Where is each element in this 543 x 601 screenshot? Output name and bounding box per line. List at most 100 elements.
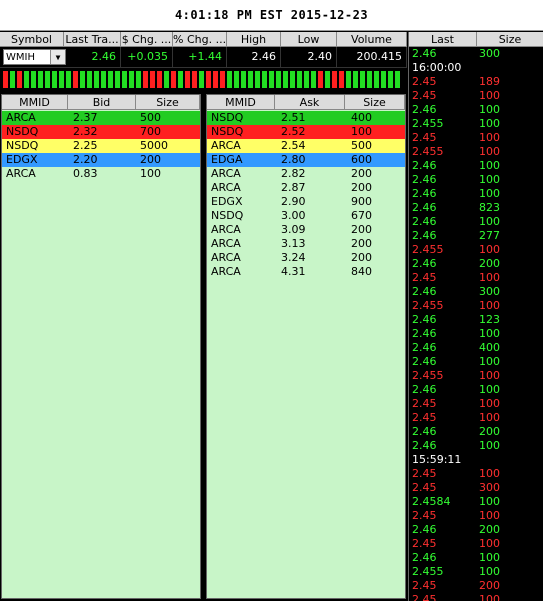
ts-row[interactable]: 2.46 100 bbox=[409, 173, 543, 187]
ts-row[interactable]: 2.46 100 bbox=[409, 187, 543, 201]
header-dollar-change[interactable]: $ Chg. ... bbox=[121, 32, 173, 47]
bid-row[interactable]: ARCA 0.83 100 bbox=[2, 167, 200, 181]
ask-header-price[interactable]: Ask bbox=[275, 95, 345, 110]
tick-bar bbox=[345, 70, 352, 89]
header-low[interactable]: Low bbox=[281, 32, 337, 47]
ts-last: 2.45 bbox=[412, 593, 437, 601]
ask-row[interactable]: NSDQ 2.52 100 bbox=[207, 125, 405, 139]
header-high[interactable]: High bbox=[227, 32, 281, 47]
header-symbol[interactable]: Symbol bbox=[0, 32, 64, 47]
ts-row[interactable]: 2.46 200 bbox=[409, 523, 543, 537]
ask-row[interactable]: ARCA 2.54 500 bbox=[207, 139, 405, 153]
ask-row[interactable]: EDGX 2.90 900 bbox=[207, 195, 405, 209]
bid-header-size[interactable]: Size bbox=[136, 95, 200, 110]
ask-header-mmid[interactable]: MMID bbox=[207, 95, 275, 110]
ask-size: 400 bbox=[351, 111, 372, 124]
ts-row[interactable]: 16:00:00 bbox=[409, 61, 543, 75]
ts-row[interactable]: 2.45 300 bbox=[409, 481, 543, 495]
ask-row[interactable]: ARCA 3.24 200 bbox=[207, 251, 405, 265]
header-volume[interactable]: Volume bbox=[337, 32, 407, 47]
ts-last: 2.45 bbox=[412, 89, 437, 102]
ts-row[interactable]: 2.46 823 bbox=[409, 201, 543, 215]
ts-row[interactable]: 2.45 100 bbox=[409, 537, 543, 551]
tick-bar bbox=[380, 70, 387, 89]
tick-bar bbox=[58, 70, 65, 89]
ts-row[interactable]: 2.45 189 bbox=[409, 75, 543, 89]
ts-row[interactable]: 2.46 300 bbox=[409, 47, 543, 61]
tick-bar bbox=[303, 70, 310, 89]
ts-row[interactable]: 2.455 100 bbox=[409, 145, 543, 159]
bid-size: 100 bbox=[140, 167, 161, 180]
ts-header-last[interactable]: Last bbox=[409, 32, 477, 47]
ts-row[interactable]: 2.45 200 bbox=[409, 579, 543, 593]
ts-row[interactable]: 2.46 100 bbox=[409, 103, 543, 117]
header-percent-change[interactable]: % Chg. ... bbox=[173, 32, 227, 47]
tick-bar bbox=[289, 70, 296, 89]
ts-row[interactable]: 2.45 100 bbox=[409, 467, 543, 481]
ask-row[interactable]: ARCA 3.13 200 bbox=[207, 237, 405, 251]
ts-row[interactable]: 2.45 100 bbox=[409, 509, 543, 523]
ts-size: 300 bbox=[479, 481, 500, 494]
ts-row[interactable]: 2.455 100 bbox=[409, 369, 543, 383]
bid-header-mmid[interactable]: MMID bbox=[2, 95, 68, 110]
tick-bar bbox=[212, 70, 219, 89]
bid-header-price[interactable]: Bid bbox=[68, 95, 136, 110]
ask-row[interactable]: NSDQ 2.51 400 bbox=[207, 111, 405, 125]
last-trade-value: 2.46 bbox=[64, 47, 121, 67]
ts-size: 100 bbox=[479, 467, 500, 480]
bid-row[interactable]: NSDQ 2.25 5000 bbox=[2, 139, 200, 153]
ts-last: 2.45 bbox=[412, 537, 437, 550]
ts-row[interactable]: 2.45 100 bbox=[409, 89, 543, 103]
ts-size: 100 bbox=[479, 509, 500, 522]
ask-row[interactable]: ARCA 2.82 200 bbox=[207, 167, 405, 181]
ts-row[interactable]: 2.455 100 bbox=[409, 299, 543, 313]
ask-mmid: ARCA bbox=[211, 251, 241, 264]
ask-row[interactable]: NSDQ 3.00 670 bbox=[207, 209, 405, 223]
ts-row[interactable]: 15:59:11 bbox=[409, 453, 543, 467]
ask-size: 200 bbox=[351, 223, 372, 236]
tick-bar bbox=[23, 70, 30, 89]
ts-row[interactable]: 2.46 200 bbox=[409, 425, 543, 439]
ts-row[interactable]: 2.45 100 bbox=[409, 271, 543, 285]
ts-size: 277 bbox=[479, 229, 500, 242]
header-last-trade[interactable]: Last Tra... bbox=[64, 32, 121, 47]
ts-header-size[interactable]: Size bbox=[477, 32, 543, 47]
bid-row[interactable]: EDGX 2.20 200 bbox=[2, 153, 200, 167]
ts-row[interactable]: 2.45 100 bbox=[409, 411, 543, 425]
ts-row[interactable]: 2.46 400 bbox=[409, 341, 543, 355]
chevron-down-icon[interactable]: ▼ bbox=[50, 50, 65, 64]
ts-row[interactable]: 2.46 100 bbox=[409, 159, 543, 173]
bid-row[interactable]: NSDQ 2.32 700 bbox=[2, 125, 200, 139]
ts-row[interactable]: 2.46 123 bbox=[409, 313, 543, 327]
ts-row[interactable]: 2.46 200 bbox=[409, 257, 543, 271]
ts-row[interactable]: 2.45 100 bbox=[409, 131, 543, 145]
ts-size: 100 bbox=[479, 383, 500, 396]
ts-last: 2.45 bbox=[412, 467, 437, 480]
ts-row[interactable]: 2.45 100 bbox=[409, 397, 543, 411]
ts-row[interactable]: 2.45 100 bbox=[409, 593, 543, 601]
symbol-selector[interactable]: ▼ bbox=[3, 49, 66, 65]
symbol-input[interactable] bbox=[4, 50, 50, 64]
ask-row[interactable]: ARCA 3.09 200 bbox=[207, 223, 405, 237]
ask-row[interactable]: ARCA 2.87 200 bbox=[207, 181, 405, 195]
ts-row[interactable]: 2.455 100 bbox=[409, 243, 543, 257]
tick-bar bbox=[121, 70, 128, 89]
tick-bar bbox=[219, 70, 226, 89]
ts-row[interactable]: 2.46 100 bbox=[409, 327, 543, 341]
ask-row[interactable]: ARCA 4.31 840 bbox=[207, 265, 405, 279]
ts-row[interactable]: 2.46 100 bbox=[409, 551, 543, 565]
ts-row[interactable]: 2.455 100 bbox=[409, 117, 543, 131]
ts-row[interactable]: 2.46 100 bbox=[409, 383, 543, 397]
ts-row[interactable]: 2.46 100 bbox=[409, 355, 543, 369]
ts-row[interactable]: 2.46 100 bbox=[409, 439, 543, 453]
tick-bar bbox=[37, 70, 44, 89]
bid-row[interactable]: ARCA 2.37 500 bbox=[2, 111, 200, 125]
ask-header-size[interactable]: Size bbox=[345, 95, 405, 110]
ts-row[interactable]: 2.46 100 bbox=[409, 215, 543, 229]
ts-row[interactable]: 2.455 100 bbox=[409, 565, 543, 579]
ts-row[interactable]: 2.46 300 bbox=[409, 285, 543, 299]
ask-price: 2.82 bbox=[281, 167, 306, 180]
ask-row[interactable]: EDGA 2.80 600 bbox=[207, 153, 405, 167]
ts-row[interactable]: 2.4584 100 bbox=[409, 495, 543, 509]
ts-row[interactable]: 2.46 277 bbox=[409, 229, 543, 243]
